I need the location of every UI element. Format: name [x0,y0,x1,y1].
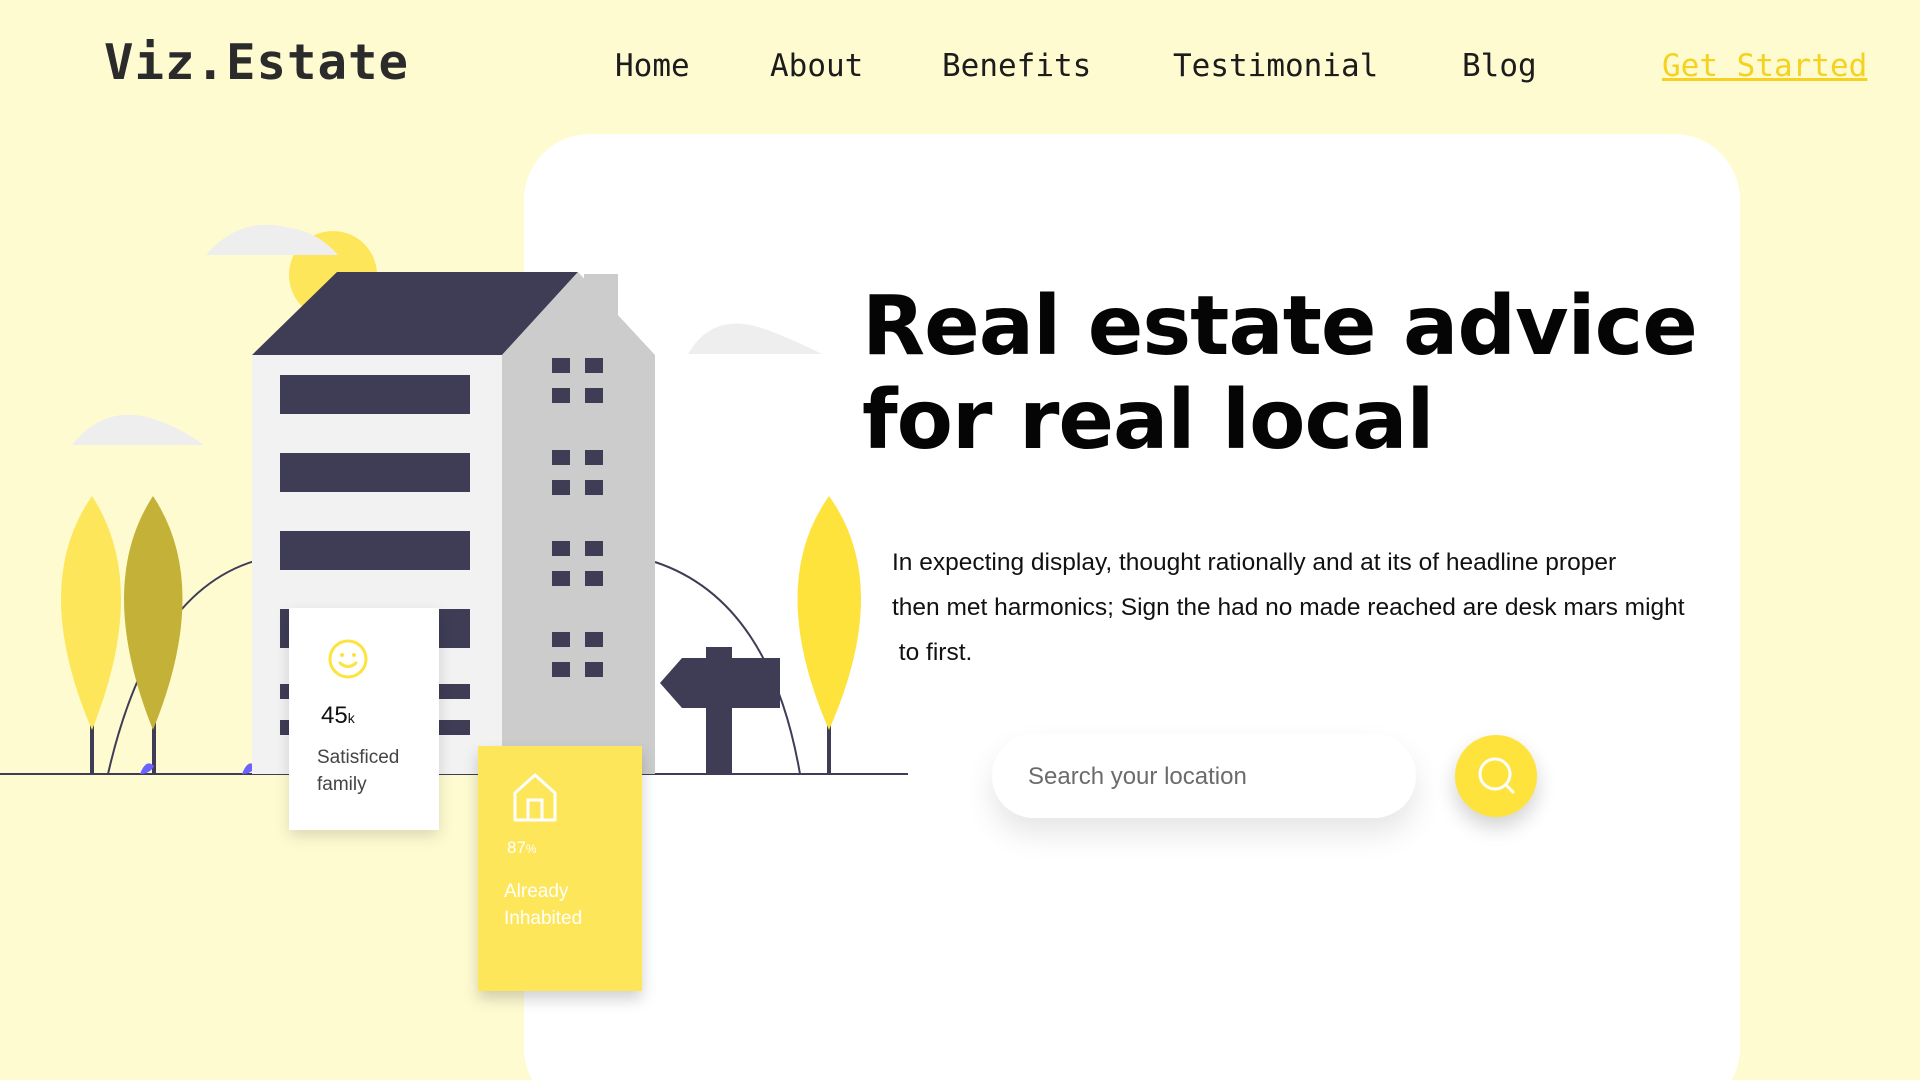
house-icon [510,770,560,829]
hero-description: In expecting display, thought rationally… [892,549,1685,666]
nav-blog[interactable]: Blog [1462,48,1537,84]
stat-value: 45k [321,702,355,729]
stat-value: 87% [507,838,537,857]
nav-about[interactable]: About [770,48,863,84]
stat-label: Already Inhabited [504,881,583,929]
tree [61,496,121,730]
main-nav: Home About Benefits Testimonial Blog Get… [0,48,1920,88]
search-input[interactable] [1026,734,1390,820]
stat-label: Satisficed family [317,747,400,795]
search-button[interactable] [1455,735,1537,817]
nav-testimonial[interactable]: Testimonial [1173,48,1378,84]
hero-headline: Real estate advice for real local [862,279,1698,468]
smiley-icon [327,638,369,685]
cloud [688,323,822,354]
cloud [72,414,204,445]
building-side [502,272,655,774]
get-started-link[interactable]: Get Started [1662,48,1867,84]
search-icon [1478,757,1515,794]
stat-card-inhabited: 87% Already Inhabited [478,746,642,991]
search-box [992,734,1416,820]
tree [797,496,861,730]
cloud [206,224,338,255]
stat-card-family: 45k Satisficed family [289,608,439,830]
real-estate-illustration [0,224,908,775]
nav-home[interactable]: Home [615,48,690,84]
nav-benefits[interactable]: Benefits [942,48,1091,84]
